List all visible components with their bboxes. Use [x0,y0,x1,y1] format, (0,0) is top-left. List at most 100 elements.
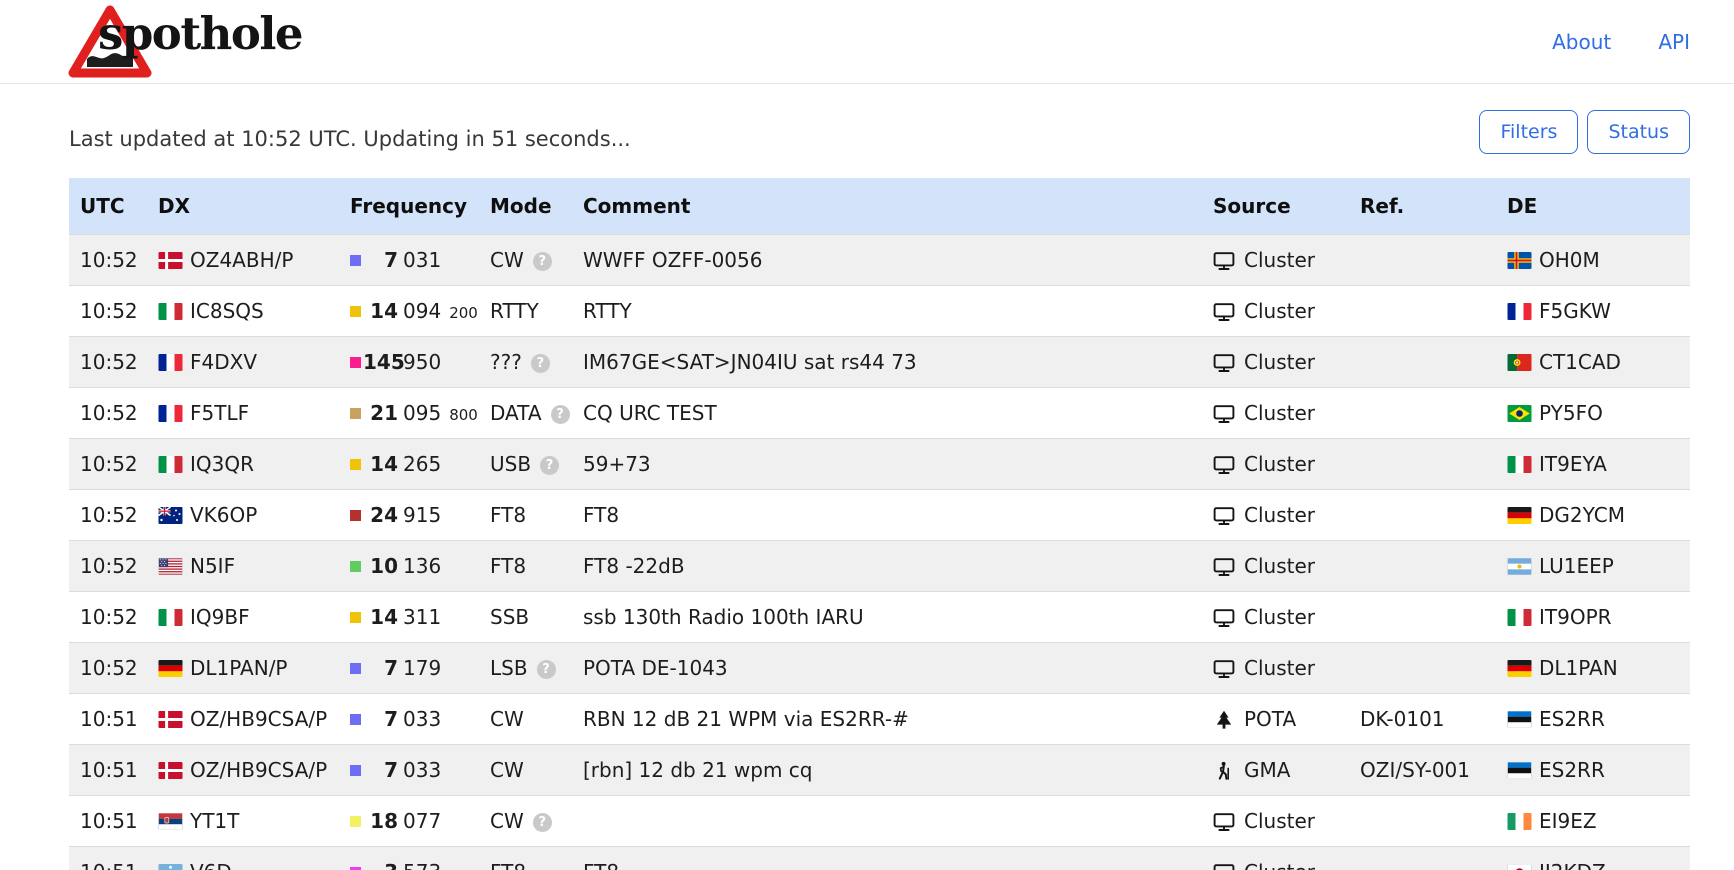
de-callsign[interactable]: IT9OPR [1539,605,1612,629]
mode-cell: ???? [482,337,575,388]
dx-callsign[interactable]: F4DXV [190,350,257,374]
mode-help-icon[interactable]: ? [531,354,550,373]
frequency-khz: 950 [403,350,441,374]
spot-row: 10:51OZ/HB9CSA/P7033CW[rbn] 12 db 21 wpm… [69,745,1690,796]
source-label: POTA [1244,707,1296,731]
toolbar: Last updated at 10:52 UTC. Updating in 5… [0,110,1734,154]
de-callsign[interactable]: JI2KDZ [1539,860,1606,870]
de-callsign[interactable]: ES2RR [1539,707,1605,731]
de-cell: IT9EYA [1489,439,1690,490]
band-color-swatch [350,510,361,521]
comment-cell: FT8 -22dB [575,541,1197,592]
dx-callsign[interactable]: YT1T [190,809,239,833]
de-callsign[interactable]: F5GKW [1539,299,1611,323]
mode-label: FT8 [490,554,526,578]
dx-callsign[interactable]: OZ/HB9CSA/P [190,758,327,782]
filters-button[interactable]: Filters [1479,110,1578,154]
band-color-swatch [350,714,361,725]
dx-callsign[interactable]: DL1PAN/P [190,656,288,680]
utc-cell: 10:52 [69,388,152,439]
utc-cell: 10:52 [69,490,152,541]
de-callsign[interactable]: OH0M [1539,248,1600,272]
toolbar-buttons: Filters Status [1479,110,1690,154]
brand-logo-link[interactable]: spothole [66,1,386,83]
frequency-mhz: 14 [363,452,398,476]
de-callsign[interactable]: DG2YCM [1539,503,1625,527]
mode-cell: FT8 [482,847,575,870]
frequency-cell: 10136 [345,541,482,592]
source-cell: Cluster [1197,388,1344,439]
frequency-hz: 800 [449,406,478,424]
top-nav: About API [1510,30,1690,54]
de-callsign[interactable]: CT1CAD [1539,350,1621,374]
dx-callsign[interactable]: VK6OP [190,503,257,527]
source-label: Cluster [1244,452,1315,476]
frequency-hz: 200 [449,304,478,322]
comment-cell: FT8 [575,847,1197,870]
de-callsign[interactable]: DL1PAN [1539,656,1618,680]
band-color-swatch [350,408,361,419]
monitor-icon [1213,608,1235,628]
dx-callsign[interactable]: F5TLF [190,401,249,425]
utc-cell: 10:51 [69,796,152,847]
de-callsign[interactable]: EI9EZ [1539,809,1597,833]
frequency-cell: 3573 [345,847,482,870]
dx-cell: OZ4ABH/P [152,235,345,286]
source-label: Cluster [1244,860,1315,870]
de-cell: CT1CAD [1489,337,1690,388]
micronesia-flag-icon [158,864,183,870]
estonia-flag-icon [1507,711,1532,728]
mode-help-icon[interactable]: ? [537,660,556,679]
comment-cell: CQ URC TEST [575,388,1197,439]
source-label: Cluster [1244,605,1315,629]
de-cell: PY5FO [1489,388,1690,439]
italy-flag-icon [158,609,183,626]
mode-label: RTTY [490,299,539,323]
column-header-utc: UTC [69,178,152,235]
monitor-icon [1213,659,1235,679]
dx-callsign[interactable]: IC8SQS [190,299,264,323]
evergreen-tree-icon [1213,710,1235,730]
band-color-swatch [350,459,361,470]
source-cell: Cluster [1197,286,1344,337]
de-callsign[interactable]: IT9EYA [1539,452,1607,476]
band-color-swatch [350,612,361,623]
dx-callsign[interactable]: OZ/HB9CSA/P [190,707,327,731]
frequency-khz: 311 [403,605,441,629]
source-cell: Cluster [1197,847,1344,870]
source-cell: POTA [1197,694,1344,745]
dx-callsign[interactable]: N5IF [190,554,235,578]
frequency-cell: 145950 [345,337,482,388]
mode-help-icon[interactable]: ? [533,252,552,271]
frequency-cell: 14311 [345,592,482,643]
mode-help-icon[interactable]: ? [533,813,552,832]
de-callsign[interactable]: ES2RR [1539,758,1605,782]
frequency-mhz: 3 [363,860,398,870]
denmark-flag-icon [158,762,183,779]
mode-cell: DATA? [482,388,575,439]
japan-flag-icon [1507,864,1532,870]
utc-cell: 10:51 [69,847,152,870]
nav-link-about[interactable]: About [1552,30,1611,54]
utc-cell: 10:52 [69,235,152,286]
mode-help-icon[interactable]: ? [540,456,559,475]
frequency-cell: 21095800 [345,388,482,439]
frequency-mhz: 145 [363,350,398,374]
de-cell: OH0M [1489,235,1690,286]
mode-help-icon[interactable]: ? [551,405,570,424]
de-callsign[interactable]: PY5FO [1539,401,1603,425]
nav-link-api[interactable]: API [1658,30,1690,54]
dx-callsign[interactable]: V6D [190,860,232,870]
dx-callsign[interactable]: IQ3QR [190,452,254,476]
status-button[interactable]: Status [1587,110,1690,154]
de-callsign[interactable]: LU1EEP [1539,554,1614,578]
spots-table-wrap: UTCDXFrequencyModeCommentSourceRef.DE 10… [69,178,1690,870]
de-cell: F5GKW [1489,286,1690,337]
spot-row: 10:52IQ3QR14265USB?59+73ClusterIT9EYA [69,439,1690,490]
dx-callsign[interactable]: IQ9BF [190,605,250,629]
dx-cell: N5IF [152,541,345,592]
dx-callsign[interactable]: OZ4ABH/P [190,248,293,272]
comment-cell: FT8 [575,490,1197,541]
monitor-icon [1213,251,1235,271]
band-color-swatch [350,816,361,827]
